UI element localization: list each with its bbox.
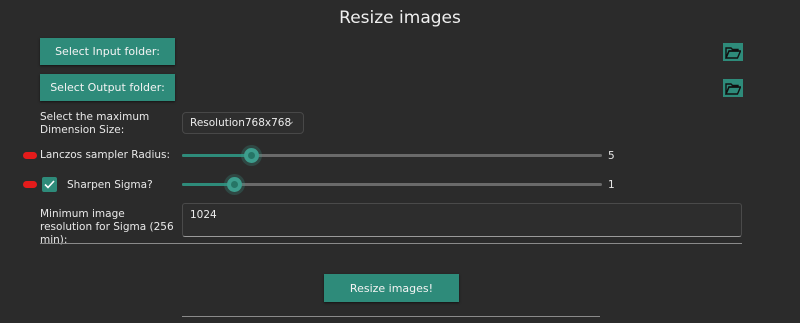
min-resolution-input[interactable]: 1024 [182,203,742,237]
max-dimension-dropdown[interactable]: Resolution768x768 ⌄ [182,112,304,134]
sharpen-label: Sharpen Sigma? [67,179,153,191]
sharpen-value: 1 [608,179,615,191]
lanczos-slider-fill [182,154,252,157]
select-input-folder-button[interactable]: Select Input folder: [40,38,175,65]
max-dimension-label: Select the maximum Dimension Size: [40,111,150,136]
chevron-down-icon: ⌄ [286,116,295,127]
lanczos-slider-handle[interactable] [243,148,259,163]
input-folder-browse-button[interactable] [723,43,743,61]
min-resolution-value: 1024 [190,209,217,221]
min-resolution-label: Minimum image resolution for Sigma (256 … [40,208,174,246]
bottom-divider [182,316,600,317]
output-folder-browse-button[interactable] [723,79,743,97]
sharpen-slider-handle[interactable] [227,177,242,192]
divider [40,243,742,244]
sharpen-slider[interactable] [182,177,602,192]
folder-open-icon [725,82,741,95]
select-output-folder-button[interactable]: Select Output folder: [40,74,175,101]
lanczos-slider[interactable] [182,148,602,163]
sharpen-checkbox[interactable] [42,177,57,192]
resize-images-button[interactable]: Resize images! [324,274,459,302]
page-title: Resize images [339,8,461,28]
checkmark-icon [44,180,55,189]
lanczos-value: 5 [608,150,615,162]
sharpen-marker [23,181,37,188]
folder-open-icon [725,46,741,59]
max-dimension-value: Resolution768x768 [190,117,292,129]
lanczos-label: Lanczos sampler Radius: [40,149,171,161]
lanczos-marker [23,152,37,159]
